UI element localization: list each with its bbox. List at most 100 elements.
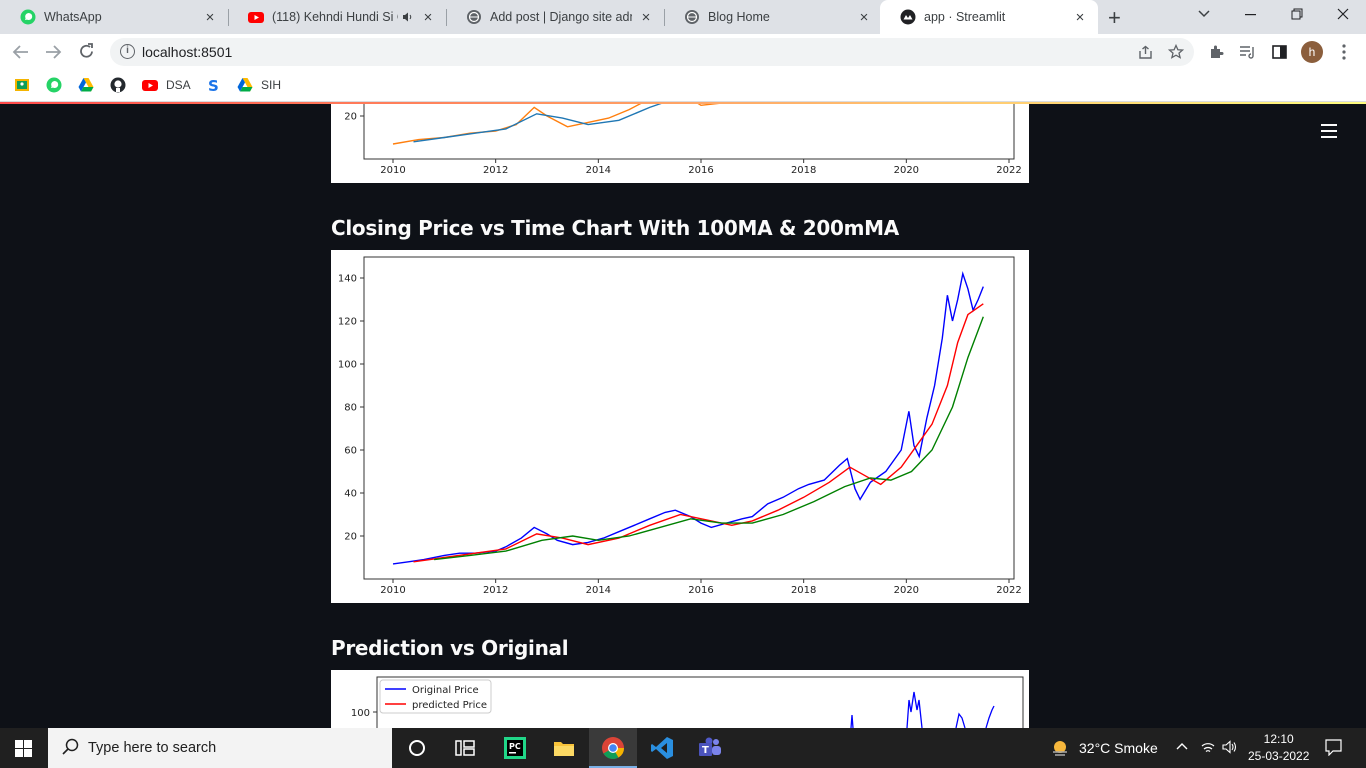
x-tick-label: 2012: [483, 165, 508, 176]
close-icon[interactable]: ×: [856, 9, 872, 26]
chart1-svg: 2010 2012 2014 2016 2018 2020 2022 20: [344, 102, 1022, 176]
series-line-2: [434, 316, 984, 561]
tab-youtube[interactable]: (118) Kehndi Hundi Si Ch ×: [228, 0, 446, 34]
x-tick-label: 2018: [791, 165, 816, 176]
y-tick-label: 20: [344, 532, 357, 543]
tab-blog-home[interactable]: Blog Home ×: [664, 0, 882, 34]
bookmark-label: SIH: [261, 78, 282, 92]
bookmark-item[interactable]: [14, 77, 38, 93]
svg-text:PC: PC: [509, 742, 521, 751]
close-icon[interactable]: ×: [638, 9, 654, 26]
whatsapp-icon: [20, 9, 36, 25]
chrome-taskbar-active[interactable]: [589, 728, 637, 768]
tab-streamlit[interactable]: app · Streamlit ×: [880, 0, 1098, 34]
tab-title: WhatsApp: [44, 10, 102, 24]
globe-icon: [467, 10, 481, 24]
volume-icon[interactable]: [1222, 740, 1238, 754]
chart2-heading: Closing Price vs Time Chart With 100MA &…: [331, 216, 899, 240]
back-icon[interactable]: [12, 44, 29, 60]
google-drive-icon: [78, 78, 94, 92]
bookmark-star-icon[interactable]: [1168, 44, 1184, 60]
bookmark-item[interactable]: [110, 77, 134, 93]
task-view-icon[interactable]: [453, 736, 477, 760]
x-tick-label: 2014: [586, 585, 611, 596]
cortana-icon[interactable]: [405, 736, 429, 760]
series-line-1: [413, 102, 668, 143]
browser-toolbar: i localhost:8501 h: [0, 34, 1366, 70]
search-icon: [62, 738, 79, 755]
reading-list-icon[interactable]: [1239, 45, 1256, 59]
tray-chevron-icon[interactable]: [1176, 742, 1188, 750]
bookmark-sih[interactable]: SIH: [237, 77, 281, 93]
extensions-icon[interactable]: [1208, 44, 1224, 60]
close-icon[interactable]: ×: [420, 9, 436, 26]
wifi-icon[interactable]: [1200, 740, 1216, 754]
legend-predicted-label: predicted Price: [412, 700, 487, 711]
chart3-svg: 100 Original Price predicted Price: [351, 676, 1024, 728]
tab-strip: WhatsApp × (118) Kehndi Hundi Si Ch × Ad…: [0, 0, 1366, 34]
chart-closing-price-ma100-ma200: 2010 2012 2014 2016 2018 2020 2022 20 40 60 80 100…: [331, 250, 1029, 603]
bookmark-label: DSA: [166, 78, 191, 92]
reload-icon[interactable]: [78, 43, 95, 60]
speaker-icon[interactable]: [402, 11, 414, 23]
notifications-icon[interactable]: [1325, 739, 1342, 756]
bookmark-item[interactable]: [78, 77, 102, 93]
restore-icon[interactable]: [1291, 8, 1303, 20]
bookmark-item[interactable]: [46, 77, 70, 93]
new-tab-button[interactable]: +: [1108, 5, 1121, 31]
x-tick-label: 2020: [894, 165, 919, 176]
windows-start-icon[interactable]: [15, 740, 32, 757]
tab-django-admin[interactable]: Add post | Django site admin ×: [446, 0, 664, 34]
side-panel-icon[interactable]: [1272, 45, 1287, 59]
menu-icon[interactable]: [1342, 44, 1346, 60]
series-line-1: [413, 303, 984, 563]
svg-text:T: T: [702, 745, 709, 756]
tab-title: (118) Kehndi Hundi Si Ch: [272, 10, 398, 24]
taskbar-clock[interactable]: 12:10 25-03-2022: [1248, 731, 1309, 765]
google-drive-icon: [237, 78, 253, 92]
minimize-icon[interactable]: [1245, 14, 1256, 16]
bookmarks-bar: DSA S SIH: [0, 70, 1366, 102]
pycharm-icon[interactable]: PC: [503, 736, 527, 760]
vscode-icon[interactable]: [650, 736, 674, 760]
y-tick-label: 100: [338, 360, 357, 371]
tab-title: app · Streamlit: [924, 10, 1006, 24]
youtube-icon: [248, 12, 264, 23]
share-icon[interactable]: [1138, 45, 1153, 60]
chart3-heading: Prediction vs Original: [331, 636, 569, 660]
tab-whatsapp[interactable]: WhatsApp ×: [0, 0, 228, 34]
y-tick-label: 120: [338, 317, 357, 328]
chart2-svg: 2010 2012 2014 2016 2018 2020 2022 20 40 60 80 100…: [338, 256, 1022, 596]
forward-icon[interactable]: [45, 44, 62, 60]
close-icon[interactable]: ×: [202, 9, 218, 26]
site-info-icon[interactable]: i: [120, 44, 135, 59]
x-tick-label: 2016: [688, 585, 713, 596]
y-tick-label: 20: [344, 112, 357, 123]
close-icon[interactable]: ×: [1072, 9, 1088, 26]
y-tick-label: 140: [338, 274, 357, 285]
youtube-icon: [142, 80, 158, 91]
hamburger-menu-icon[interactable]: [1321, 124, 1337, 142]
y-tick-label: 100: [351, 708, 370, 719]
series-line-0: [392, 270, 984, 565]
search-placeholder: Type here to search: [88, 740, 217, 756]
weather-text[interactable]: 32°C Smoke: [1079, 740, 1158, 756]
classroom-icon: [15, 79, 29, 91]
chrome-icon: [602, 737, 624, 759]
chart-closing-price-ma100: 2010 2012 2014 2016 2018 2020 2022 20: [331, 102, 1029, 183]
x-tick-label: 2010: [380, 165, 405, 176]
x-tick-label: 2020: [894, 585, 919, 596]
profile-avatar[interactable]: h: [1301, 41, 1323, 63]
weather-icon[interactable]: [1050, 738, 1070, 758]
tab-search-icon[interactable]: [1198, 10, 1210, 18]
clock-date: 25-03-2022: [1248, 749, 1310, 763]
bookmark-item[interactable]: S: [205, 77, 229, 93]
taskbar-search-box[interactable]: Type here to search: [48, 728, 392, 768]
clock-time: 12:10: [1263, 732, 1294, 746]
tab-title: Blog Home: [708, 10, 770, 24]
bookmark-dsa[interactable]: DSA: [142, 77, 191, 93]
teams-icon[interactable]: T: [698, 736, 722, 760]
address-bar[interactable]: i localhost:8501: [110, 38, 1194, 66]
close-window-icon[interactable]: [1337, 8, 1349, 20]
file-explorer-icon[interactable]: [552, 736, 576, 760]
